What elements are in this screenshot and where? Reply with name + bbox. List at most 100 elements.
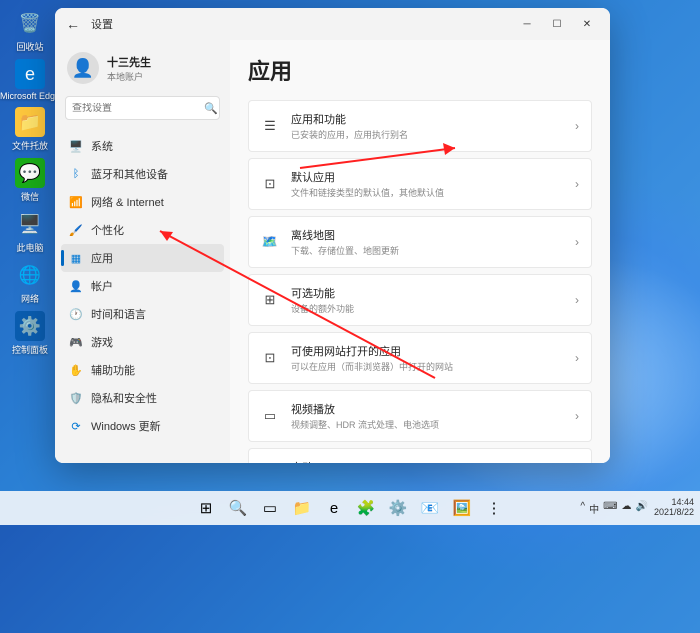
taskbar: ⊞🔍▭📁e🧩⚙️📧🖼️⋮ ^中⌨☁🔊 14:44 2021/8/22 <box>0 491 700 525</box>
desktop-icon-glyph: 📁 <box>15 107 45 137</box>
settings-card-3[interactable]: ⊞ 可选功能设备的额外功能 › <box>248 274 592 326</box>
taskbar-icon-7[interactable]: 📧 <box>416 494 444 522</box>
close-button[interactable]: ✕ <box>572 10 602 38</box>
card-icon: ⊡ <box>261 175 279 193</box>
desktop-icon-1[interactable]: eMicrosoft Edge <box>8 59 52 101</box>
desktop-icon-label: 控制面板 <box>12 343 48 356</box>
card-title: 视频播放 <box>291 401 563 417</box>
desktop-icon-glyph: 🖥️ <box>15 209 45 239</box>
nav-item-7[interactable]: 🎮 游戏 <box>61 328 224 356</box>
tray-icon-2[interactable]: ⌨ <box>603 501 617 516</box>
maximize-button[interactable]: ☐ <box>542 10 572 38</box>
desktop-icon-label: 网络 <box>21 292 39 305</box>
taskbar-icon-0[interactable]: ⊞ <box>192 494 220 522</box>
nav-label: 蓝牙和其他设备 <box>91 166 168 182</box>
nav-label: 游戏 <box>91 334 113 350</box>
tray-icon-1[interactable]: 中 <box>589 501 599 516</box>
taskbar-icon-2[interactable]: ▭ <box>256 494 284 522</box>
search-icon: 🔍 <box>204 102 218 115</box>
settings-card-1[interactable]: ⊡ 默认应用文件和链接类型的默认值，其他默认值 › <box>248 158 592 210</box>
search-input[interactable] <box>72 103 204 114</box>
desktop-icon-label: Microsoft Edge <box>0 91 60 101</box>
back-button[interactable]: ← <box>63 14 83 34</box>
system-tray[interactable]: ^中⌨☁🔊 14:44 2021/8/22 <box>580 498 694 518</box>
nav-label: 网络 & Internet <box>91 194 164 210</box>
minimize-button[interactable]: ─ <box>512 10 542 38</box>
settings-card-6[interactable]: ⟳启动登录时自动启动的应用程序› <box>248 448 592 463</box>
desktop-icon-6[interactable]: ⚙️ 控制面板 <box>8 311 52 356</box>
desktop-icon-3[interactable]: 💬微信 <box>8 158 52 203</box>
settings-card-2[interactable]: 🗺️ 离线地图下载、存储位置、地图更新 › <box>248 216 592 268</box>
nav-icon: 🎮 <box>69 335 83 349</box>
tray-icon-3[interactable]: ☁ <box>622 501 632 516</box>
nav-item-2[interactable]: 📶 网络 & Internet <box>61 188 224 216</box>
desktop-icon-5[interactable]: 🌐网络 <box>8 260 52 305</box>
card-icon: ▭ <box>261 407 279 425</box>
window-title: 设置 <box>91 16 113 32</box>
card-title: 可选功能 <box>291 285 563 301</box>
settings-card-4[interactable]: ⊡可使用网站打开的应用可以在应用（而非浏览器）中打开的网站› <box>248 332 592 384</box>
card-sub: 已安装的应用，应用执行别名 <box>291 128 563 141</box>
nav-icon: 📶 <box>69 195 83 209</box>
chevron-right-icon: › <box>575 119 579 133</box>
desktop-icon-4[interactable]: 🖥️ 此电脑 <box>8 209 52 254</box>
desktop-icon-label: 文件托放 <box>12 139 48 152</box>
taskbar-icon-3[interactable]: 📁 <box>288 494 316 522</box>
card-icon: ⊡ <box>261 349 279 367</box>
nav-icon: 🕐 <box>69 307 83 321</box>
taskbar-icon-4[interactable]: e <box>320 494 348 522</box>
chevron-right-icon: › <box>575 235 579 249</box>
card-icon: ☰ <box>261 117 279 135</box>
user-name: 十三先生 <box>107 54 151 70</box>
search-box[interactable]: 🔍 <box>65 96 220 120</box>
nav-item-10[interactable]: ⟳ Windows 更新 <box>61 412 224 440</box>
taskbar-icon-8[interactable]: 🖼️ <box>448 494 476 522</box>
nav-icon: ᛒ <box>69 167 83 181</box>
nav-icon: 🖌️ <box>69 223 83 237</box>
card-sub: 设备的额外功能 <box>291 302 563 315</box>
desktop-icon-glyph: ⚙️ <box>15 311 45 341</box>
desktop-icon-0[interactable]: 🗑️回收站 <box>8 8 52 53</box>
card-icon: ⊞ <box>261 291 279 309</box>
settings-card-0[interactable]: ☰应用和功能已安装的应用，应用执行别名› <box>248 100 592 152</box>
nav-icon: ⟳ <box>69 419 83 433</box>
card-icon: 🗺️ <box>261 233 279 251</box>
card-sub: 下载、存储位置、地图更新 <box>291 244 563 257</box>
nav-item-1[interactable]: ᛒ 蓝牙和其他设备 <box>61 160 224 188</box>
card-sub: 文件和链接类型的默认值，其他默认值 <box>291 186 563 199</box>
settings-card-5[interactable]: ▭视频播放视频调整、HDR 流式处理、电池选项› <box>248 390 592 442</box>
desktop-icon-2[interactable]: 📁 文件托放 <box>8 107 52 152</box>
taskbar-icon-9[interactable]: ⋮ <box>480 494 508 522</box>
nav-label: 辅助功能 <box>91 362 135 378</box>
nav-item-3[interactable]: 🖌️个性化 <box>61 216 224 244</box>
nav-label: 应用 <box>91 250 113 266</box>
nav-icon: 🖥️ <box>69 139 83 153</box>
card-sub: 可以在应用（而非浏览器）中打开的网站 <box>291 360 563 373</box>
taskbar-icon-6[interactable]: ⚙️ <box>384 494 412 522</box>
card-title: 默认应用 <box>291 169 563 185</box>
desktop-icon-glyph: 🗑️ <box>15 8 45 38</box>
nav-label: 系统 <box>91 138 113 154</box>
nav-item-8[interactable]: ✋ 辅助功能 <box>61 356 224 384</box>
nav-item-6[interactable]: 🕐时间和语言 <box>61 300 224 328</box>
desktop-icon-label: 微信 <box>21 190 39 203</box>
nav-item-4[interactable]: ▦应用 <box>61 244 224 272</box>
clock-date: 2021/8/22 <box>654 508 694 518</box>
nav-label: Windows 更新 <box>91 418 161 434</box>
user-account[interactable]: 👤 十三先生 本地账户 <box>61 48 224 94</box>
nav-item-9[interactable]: 🛡️隐私和安全性 <box>61 384 224 412</box>
nav-icon: ✋ <box>69 363 83 377</box>
tray-icon-0[interactable]: ^ <box>580 501 585 516</box>
nav-item-5[interactable]: 👤帐户 <box>61 272 224 300</box>
card-title: 离线地图 <box>291 227 563 243</box>
desktop-icon-label: 此电脑 <box>16 241 43 254</box>
nav-item-0[interactable]: 🖥️ 系统 <box>61 132 224 160</box>
chevron-right-icon: › <box>575 177 579 191</box>
taskbar-icon-1[interactable]: 🔍 <box>224 494 252 522</box>
avatar-icon: 👤 <box>67 52 99 84</box>
chevron-right-icon: › <box>575 293 579 307</box>
tray-icon-4[interactable]: 🔊 <box>636 501 648 516</box>
taskbar-icon-5[interactable]: 🧩 <box>352 494 380 522</box>
card-title: 可使用网站打开的应用 <box>291 343 563 359</box>
settings-window: ← 设置 ─ ☐ ✕ 👤 十三先生 本地账户 🔍 🖥️ 系统 ᛒ 蓝牙和其他设备 📶 网络… <box>55 8 610 463</box>
